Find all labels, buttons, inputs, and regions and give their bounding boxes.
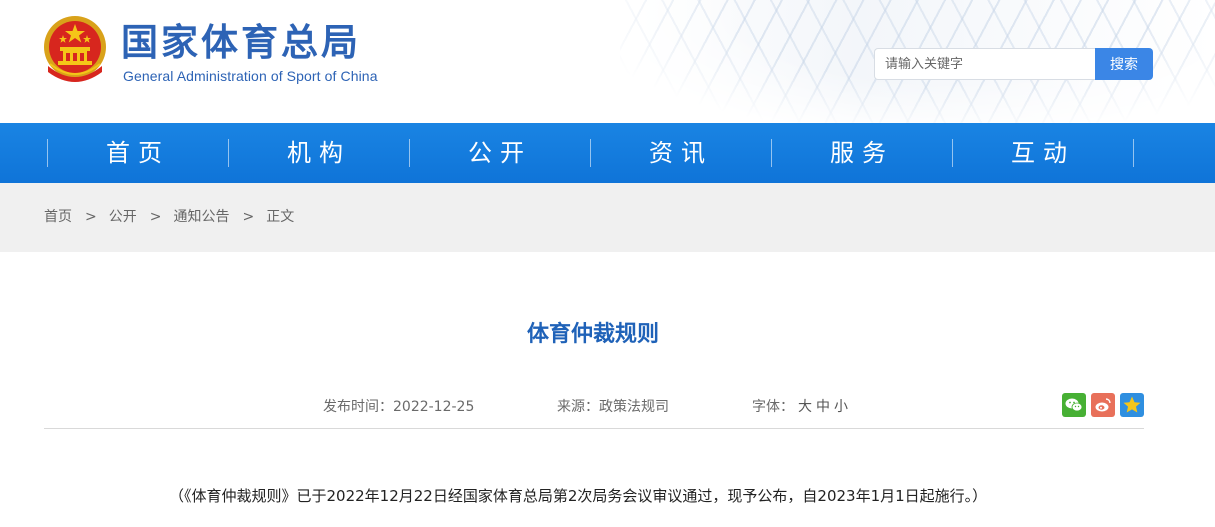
article-body-intro: （《体育仲裁规则》已于2022年12月22日经国家体育总局第2次局务会议审议通过…	[169, 487, 988, 505]
article-source: 来源：政策法规司	[557, 396, 669, 416]
font-size-label: 字体：	[752, 399, 794, 415]
nav-separator	[1133, 139, 1134, 167]
publish-date-value: 2022-12-25	[393, 399, 475, 415]
publish-date: 发布时间：2022-12-25	[323, 396, 474, 416]
breadcrumb-bar: 首页 > 公开 > 通知公告 > 正文	[0, 183, 1215, 252]
site-header: 国家体育总局 General Administration of Sport o…	[0, 0, 1215, 123]
nav-item-news[interactable]: 资讯	[591, 123, 771, 183]
main-nav: 首页 机构 公开 资讯 服务 互动	[0, 123, 1215, 183]
breadcrumb-separator: >	[149, 209, 162, 225]
breadcrumb-current: 正文	[266, 209, 295, 225]
nav-item-services[interactable]: 服务	[772, 123, 952, 183]
wechat-icon[interactable]	[1062, 393, 1086, 417]
font-size-switcher: 字体：大中小	[752, 396, 848, 416]
article-title: 体育仲裁规则	[526, 322, 659, 347]
breadcrumb-home[interactable]: 首页	[44, 183, 72, 252]
favorite-icon[interactable]	[1120, 393, 1144, 417]
breadcrumb: 首页 > 公开 > 通知公告 > 正文	[44, 183, 294, 252]
font-size-small[interactable]: 小	[834, 399, 848, 415]
site-title-english[interactable]: General Administration of Sport of China	[123, 68, 378, 84]
breadcrumb-disclosure[interactable]: 公开	[109, 183, 137, 252]
search-input[interactable]	[874, 48, 1096, 80]
nav-item-interaction[interactable]: 互动	[953, 123, 1133, 183]
nav-item-disclosure[interactable]: 公开	[410, 123, 590, 183]
meta-divider	[44, 428, 1144, 429]
nav-item-organization[interactable]: 机构	[229, 123, 409, 183]
source-value: 政策法规司	[599, 399, 669, 415]
font-size-large[interactable]: 大	[798, 399, 812, 415]
font-size-medium[interactable]: 中	[816, 399, 830, 415]
site-title[interactable]: 国家体育总局	[121, 20, 361, 66]
breadcrumb-notices[interactable]: 通知公告	[173, 183, 229, 252]
breadcrumb-separator: >	[242, 209, 255, 225]
national-emblem-icon[interactable]	[42, 14, 108, 84]
nav-item-home[interactable]: 首页	[48, 123, 228, 183]
source-label: 来源：	[557, 399, 599, 415]
weibo-icon[interactable]	[1091, 393, 1115, 417]
search-button[interactable]: 搜索	[1095, 48, 1153, 80]
publish-date-label: 发布时间：	[323, 399, 393, 415]
breadcrumb-separator: >	[85, 209, 97, 225]
